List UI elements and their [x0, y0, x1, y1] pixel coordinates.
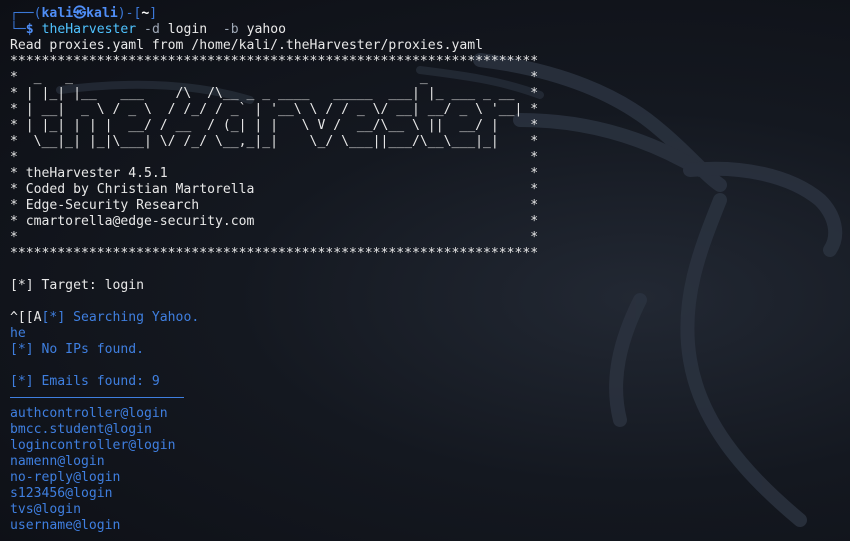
banner-line: ****************************************…	[10, 246, 539, 261]
escape-sequence: ^[[A	[10, 310, 42, 325]
searching-line: ^[[A[*] Searching Yahoo.	[10, 310, 850, 326]
banner-line: * \__|_| |_|\___| \/ /_/ \__,_|_| \_/ \_…	[10, 134, 539, 149]
prompt-frame-mid: )-[	[117, 6, 142, 21]
command-arg-domain: login	[167, 22, 208, 37]
email-list: authcontroller@login bmcc.student@login …	[10, 406, 850, 534]
banner-line: * *	[10, 150, 539, 165]
banner-line: ****************************************…	[10, 54, 539, 69]
prompt-user: kali㉿kali	[41, 6, 118, 21]
terminal-window[interactable]: ┌──(kali㉿kali)-[~] └─$ theHarvester -d l…	[0, 0, 850, 541]
command-flag-b: -b	[207, 22, 247, 37]
email-item: username@login	[10, 518, 121, 533]
proxies-line: Read proxies.yaml from /home/kali/.theHa…	[10, 38, 483, 53]
prompt-line-1: ┌──(kali㉿kali)-[~]	[10, 6, 850, 22]
email-item: namenn@login	[10, 454, 105, 469]
email-item: s123456@login	[10, 486, 113, 501]
prompt-frame-end: ]	[149, 6, 158, 21]
prompt-dollar: $	[25, 22, 42, 37]
banner-line: * *	[10, 230, 539, 245]
target-line: [*] Target: login	[10, 278, 145, 293]
emails-found-line: [*] Emails found: 9	[10, 374, 160, 389]
searching-status: [*] Searching Yahoo.	[41, 310, 200, 325]
command-flag-d: -d	[136, 22, 168, 37]
email-item: logincontroller@login	[10, 438, 176, 453]
no-ips-line: [*] No IPs found.	[10, 342, 145, 357]
email-item: authcontroller@login	[10, 406, 168, 421]
banner-line: * Coded by Christian Martorella *	[10, 182, 539, 197]
he-line: he	[10, 326, 26, 341]
banner-line: * | |_| | | | __/ / __ / (_| | | \ V / _…	[10, 118, 539, 133]
command-arg-source: yahoo	[246, 22, 286, 37]
banner-line: * Edge-Security Research *	[10, 198, 539, 213]
email-item: no-reply@login	[10, 470, 121, 485]
prompt-frame-top: ┌──(	[10, 6, 42, 21]
email-item: bmcc.student@login	[10, 422, 152, 437]
email-item: tvs@login	[10, 502, 81, 517]
terminal-output: ┌──(kali㉿kali)-[~] └─$ theHarvester -d l…	[10, 6, 850, 534]
banner-line: * | __| _ \ / _ \ / /_/ / _` | '__\ \ / …	[10, 102, 539, 117]
prompt-line-2[interactable]: └─$ theHarvester -d login -b yahoo	[10, 22, 850, 38]
banner-line: * _ _ _ *	[10, 70, 539, 85]
emails-separator	[10, 397, 184, 398]
banner-line: * theHarvester 4.5.1 *	[10, 166, 539, 181]
banner: ****************************************…	[10, 54, 850, 262]
banner-line: * | |_| |__ ___ /\ /\__ _ _ ____ _____ _…	[10, 86, 539, 101]
command-name: theHarvester	[41, 22, 137, 37]
banner-line: * cmartorella@edge-security.com *	[10, 214, 539, 229]
prompt-frame-bottom: └─	[10, 22, 26, 37]
